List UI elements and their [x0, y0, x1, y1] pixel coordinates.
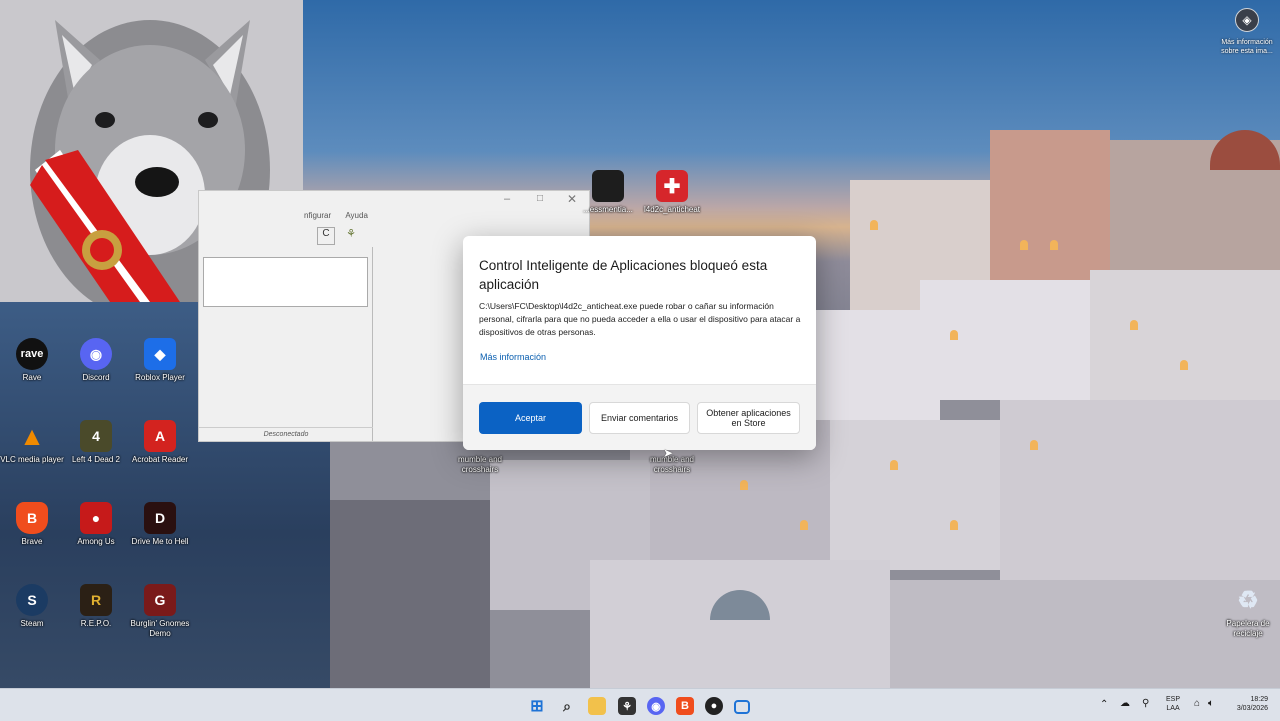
camera-icon: ◈ [1235, 8, 1259, 32]
dialog-footer: Aceptar Enviar comentarios Obtener aplic… [463, 384, 816, 450]
desktop-icon-label: Brave [21, 537, 43, 546]
tray-mic-icon[interactable]: ⚲ [1142, 698, 1149, 709]
desktop-icon-label: Papelera de reciclaje [1226, 619, 1270, 638]
toolbar-tool-icon[interactable]: ⚘ [343, 227, 359, 243]
search-icon[interactable]: ⌕ [558, 697, 576, 715]
desktop-icon-l4d2[interactable]: 4 Left 4 Dead 2 [64, 420, 128, 465]
desktop-icon-label: Roblox Player [135, 373, 185, 382]
recycle-bin-icon: ♻ [1237, 586, 1259, 614]
clock-time: 18:29 [1250, 696, 1268, 703]
tray-chevron-icon[interactable]: ⌃ [1100, 699, 1108, 710]
desktop: – □ ✕ nfigurar Ayuda C ⚘ Desconectado ra… [0, 0, 1280, 688]
desktop-icon-roblox[interactable]: ◆ Roblox Player [128, 338, 192, 383]
desktop-icon-label: VLC media player [0, 455, 64, 464]
drive-me-to-hell-icon: D [144, 502, 176, 534]
window-menu: nfigurar Ayuda [304, 211, 368, 220]
menu-ayuda[interactable]: Ayuda [345, 211, 368, 220]
send-feedback-button[interactable]: Enviar comentarios [589, 402, 690, 434]
acrobat-icon: A [144, 420, 176, 452]
clock[interactable]: 18:29 3/03/2026 [1224, 695, 1268, 713]
brave-taskbar-icon[interactable]: B [676, 697, 694, 715]
desktop-icon-burglin-gnomes[interactable]: G Burglin' Gnomes Demo [128, 584, 192, 639]
desktop-icon-recycle-bin[interactable]: ♻ Papelera de reciclaje [1216, 584, 1280, 639]
taskbar: ⊞ ⌕ ⚘ ◉ B ● ⌃ ☁ ⚲ ESP LAA ⌂ 🔈︎ 18:29 3/0… [0, 688, 1280, 721]
repo-icon: R [80, 584, 112, 616]
maximize-icon[interactable]: □ [537, 193, 543, 204]
app-dark-icon [592, 170, 624, 202]
toolbar-refresh-icon[interactable]: C [317, 227, 335, 245]
desktop-icon-label: Acrobat Reader [131, 455, 189, 464]
taskbar-app-icon[interactable]: ⚘ [618, 697, 636, 715]
desktop-icon-mumble[interactable]: mumble and crosshairs [448, 452, 512, 475]
among-us-icon: ● [80, 502, 112, 534]
desktop-icon-label: mumble and crosshairs [457, 455, 503, 474]
chrome-taskbar-icon[interactable]: ● [705, 697, 723, 715]
desktop-icon-among-us[interactable]: ● Among Us [64, 502, 128, 547]
get-apps-store-button[interactable]: Obtener aplicaciones en Store [697, 402, 800, 434]
burglin-gnomes-icon: G [144, 584, 176, 616]
rave-icon: rave [16, 338, 48, 370]
language-code: ESP [1166, 696, 1181, 703]
brave-icon: B [16, 502, 48, 534]
roblox-icon: ◆ [144, 338, 176, 370]
steam-icon: S [16, 584, 48, 616]
more-info-link[interactable]: Más información [480, 352, 546, 362]
desktop-icon-label: l4d2c_anticheat [643, 205, 701, 214]
language-indicator[interactable]: ESP LAA [1166, 695, 1180, 713]
window-list-panel[interactable] [203, 257, 368, 307]
desktop-icon-acrobat[interactable]: A Acrobat Reader [128, 420, 192, 465]
image-info-widget[interactable]: ◈ Más información sobre esta ima... [1214, 8, 1280, 56]
volume-icon[interactable]: 🔈︎ [1208, 698, 1214, 709]
window-titlebar[interactable]: – □ ✕ [199, 191, 589, 211]
menu-configurar[interactable]: nfigurar [304, 211, 331, 220]
windows-start-icon[interactable]: ⊞ [528, 697, 546, 715]
tray-cloud-icon[interactable]: ☁ [1120, 698, 1130, 709]
accept-button[interactable]: Aceptar [479, 402, 582, 434]
mouse-cursor-icon: ➤ [663, 446, 674, 460]
file-explorer-icon[interactable] [588, 697, 606, 715]
desktop-icon-label: Rave [22, 373, 42, 382]
window-taskbar-icon[interactable] [734, 700, 750, 714]
network-icon[interactable]: ⌂ [1194, 698, 1200, 709]
desktop-icon-label: Discord [82, 373, 110, 382]
dialog-message: C:\Users\FC\Desktop\l4d2c_anticheat.exe … [479, 301, 801, 337]
discord-taskbar-icon[interactable]: ◉ [647, 697, 665, 715]
smart-app-control-dialog: Control Inteligente de Aplicaciones bloq… [463, 236, 816, 450]
desktop-icon-anticheat[interactable]: ✚ l4d2c_anticheat [640, 170, 704, 215]
vlc-icon: ▲ [19, 420, 45, 451]
window-divider [372, 247, 373, 441]
desktop-icon-drive-me-to-hell[interactable]: D Drive Me to Hell [128, 502, 192, 547]
desktop-icon-steam[interactable]: S Steam [0, 584, 64, 629]
desktop-icon-label: Left 4 Dead 2 [71, 455, 121, 464]
window-status: Desconectado [199, 427, 373, 442]
clock-date: 3/03/2026 [1236, 705, 1268, 712]
desktop-icon-label: Steam [20, 619, 44, 628]
l4d2-icon: 4 [80, 420, 112, 452]
desktop-icon-discord[interactable]: ◉ Discord [64, 338, 128, 383]
desktop-icon-label: Drive Me to Hell [131, 537, 189, 546]
anticheat-icon: ✚ [656, 170, 688, 202]
desktop-icon-repo[interactable]: R R.E.P.O. [64, 584, 128, 629]
desktop-icon-rave[interactable]: rave Rave [0, 338, 64, 383]
discord-icon: ◉ [80, 338, 112, 370]
minimize-icon[interactable]: – [504, 193, 510, 205]
desktop-icon-brave[interactable]: B Brave [0, 502, 64, 547]
desktop-icon-label: ...essmentia... [583, 205, 633, 214]
desktop-icon-dark-app[interactable]: ...essmentia... [576, 170, 640, 215]
desktop-icon-label: R.E.P.O. [80, 619, 112, 628]
dialog-title: Control Inteligente de Aplicaciones bloq… [479, 258, 768, 292]
image-info-label: Más información sobre esta ima... [1221, 39, 1273, 55]
keyboard-layout: LAA [1166, 705, 1180, 712]
desktop-icon-label: Among Us [77, 537, 115, 546]
desktop-icon-label: Burglin' Gnomes Demo [130, 619, 190, 638]
desktop-icon-vlc[interactable]: ▲ VLC media player [0, 420, 64, 465]
